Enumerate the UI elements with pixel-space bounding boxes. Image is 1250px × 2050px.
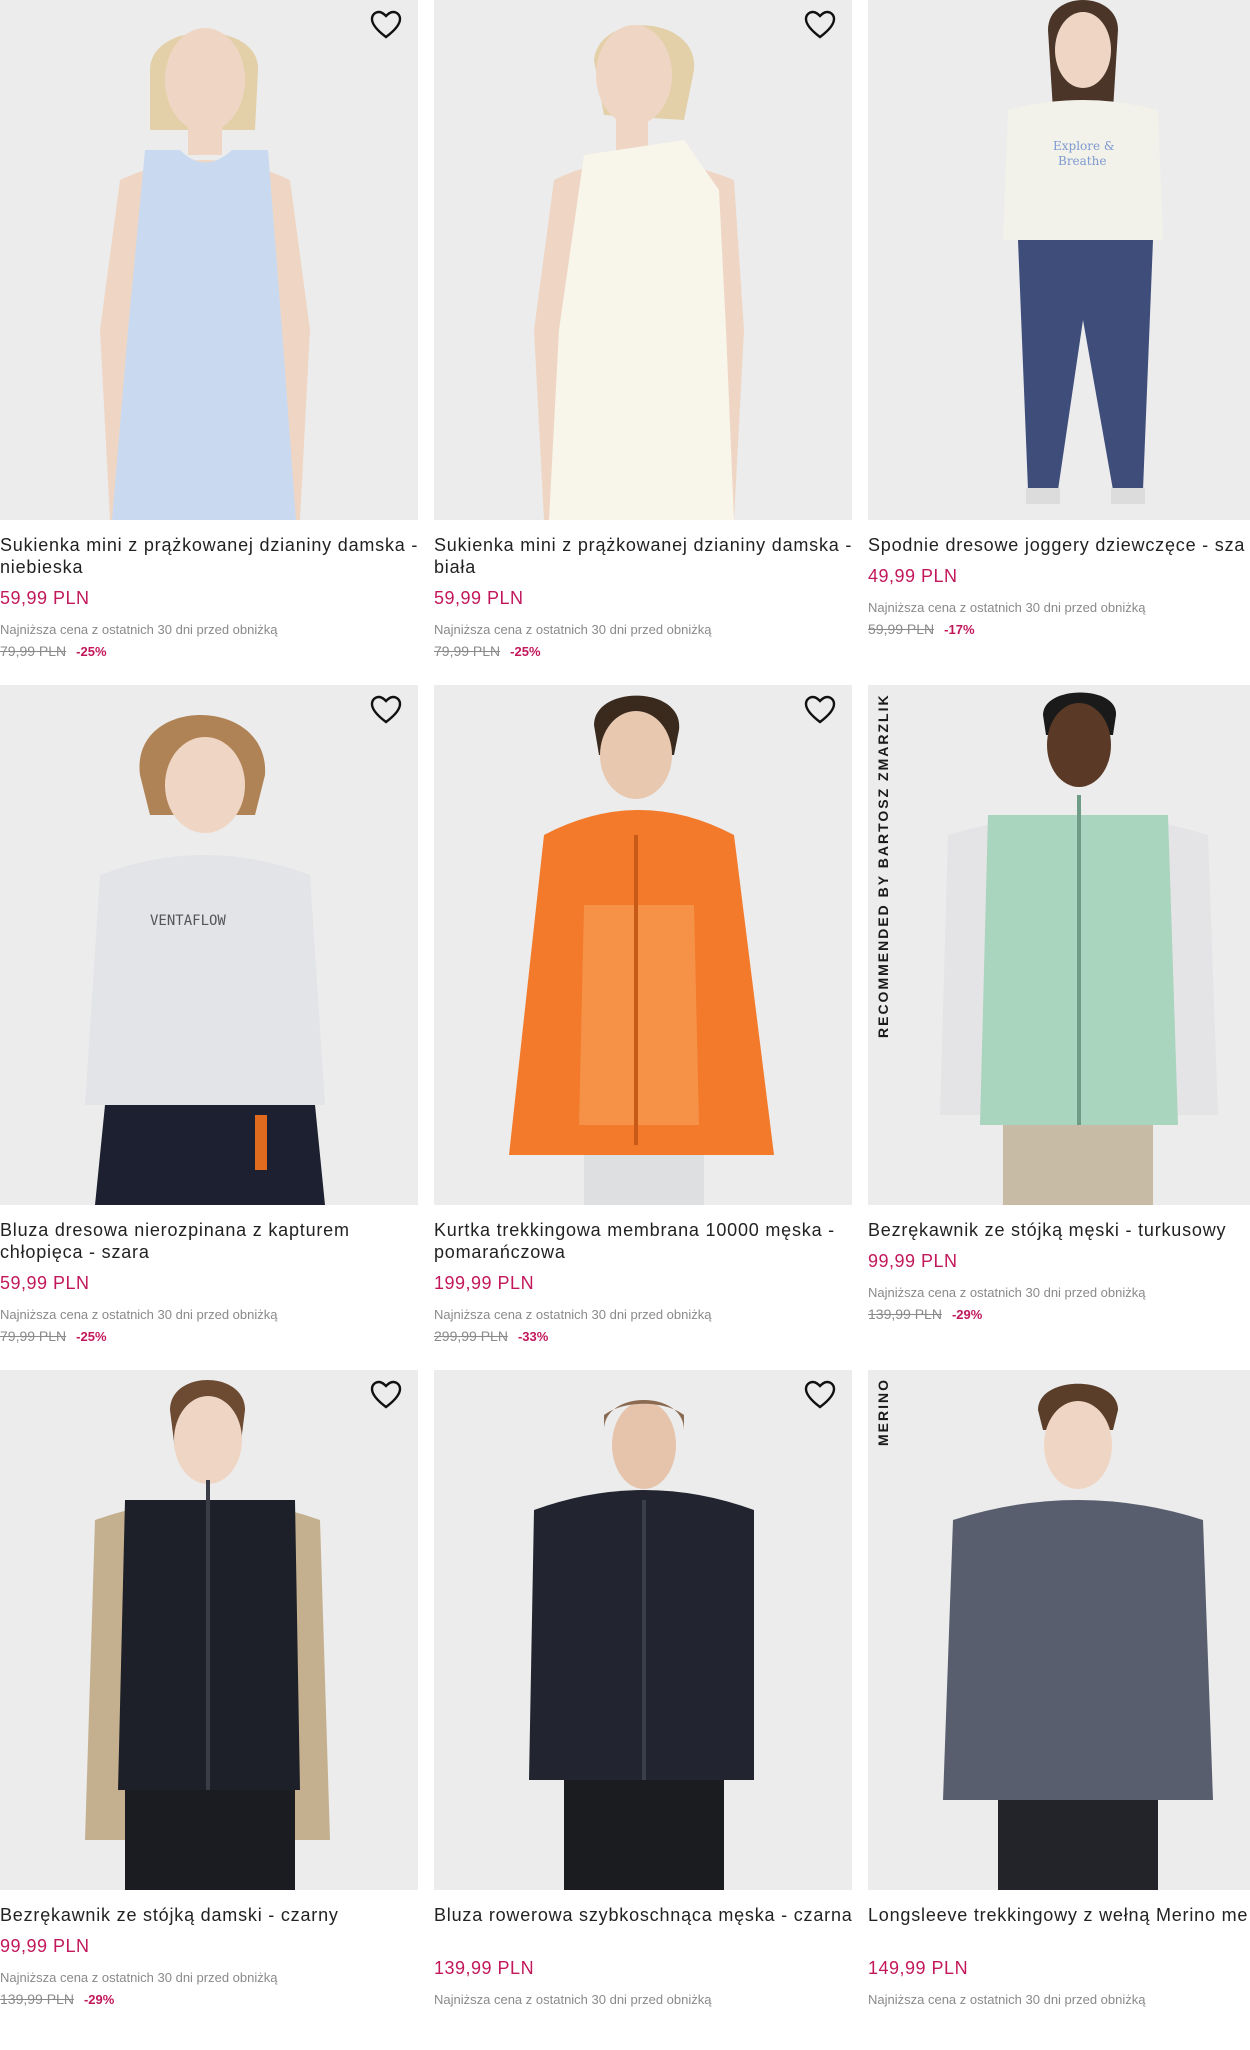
old-price-row: 299,99 PLN -33% <box>434 1328 548 1344</box>
product-card[interactable]: RECOMMENDED BY BARTOSZ ZMARZLIK Bezrękaw… <box>868 685 1250 1365</box>
wishlist-button[interactable] <box>804 1380 844 1420</box>
product-price: 149,99 PLN <box>868 1958 969 1978</box>
heart-outline-icon <box>370 1380 402 1409</box>
product-price: 59,99 PLN <box>0 588 90 608</box>
heart-outline-icon <box>804 695 836 724</box>
product-card[interactable]: Sukienka mini z prążkowanej dzianiny dam… <box>0 0 418 680</box>
product-price: 59,99 PLN <box>0 1273 90 1293</box>
discount-badge: -25% <box>76 1329 107 1344</box>
heart-outline-icon <box>804 1380 836 1409</box>
product-image[interactable]: MERINO <box>868 1370 1250 1890</box>
product-image[interactable]: Explore & Breathe <box>868 0 1250 520</box>
product-name[interactable]: Kurtka trekkingowa membrana 10000 męska … <box>434 1219 854 1263</box>
product-name[interactable]: Bluza rowerowa szybkoschnąca męska - cza… <box>434 1904 854 1926</box>
old-price: 79,99 PLN <box>434 643 501 659</box>
lowest-price-note: Najniższa cena z ostatnich 30 dni przed … <box>0 1970 278 1985</box>
product-card[interactable]: Explore & Breathe Spodnie dresowe jogger… <box>868 0 1250 680</box>
product-image[interactable] <box>434 685 852 1205</box>
old-price: 139,99 PLN <box>0 1991 74 2007</box>
lowest-price-note: Najniższa cena z ostatnich 30 dni przed … <box>0 622 278 637</box>
product-image[interactable]: VENTAFLOW <box>0 685 418 1205</box>
product-image[interactable] <box>0 0 418 520</box>
product-image[interactable] <box>0 1370 418 1890</box>
product-name[interactable]: Bezrękawnik ze stójką damski - czarny <box>0 1904 420 1926</box>
wishlist-button[interactable] <box>804 10 844 50</box>
lowest-price-note: Najniższa cena z ostatnich 30 dni przed … <box>434 622 712 637</box>
old-price: 59,99 PLN <box>868 621 935 637</box>
product-price: 59,99 PLN <box>434 588 524 608</box>
product-name[interactable]: Bluza dresowa nierozpinana z kapturem ch… <box>0 1219 420 1263</box>
old-price-row: 139,99 PLN -29% <box>868 1306 982 1322</box>
lowest-price-note: Najniższa cena z ostatnich 30 dni przed … <box>868 1285 1146 1300</box>
discount-badge: -25% <box>76 644 107 659</box>
discount-badge: -33% <box>517 1329 549 1344</box>
old-price-row: 79,99 PLN -25% <box>0 643 107 659</box>
old-price-row: 59,99 PLN -17% <box>868 621 975 637</box>
heart-outline-icon <box>370 695 402 724</box>
wishlist-button[interactable] <box>370 1380 410 1420</box>
product-name[interactable]: Sukienka mini z prążkowanej dzianiny dam… <box>0 534 420 578</box>
product-card[interactable]: Kurtka trekkingowa membrana 10000 męska … <box>434 685 852 1365</box>
lowest-price-note: Najniższa cena z ostatnich 30 dni przed … <box>434 1307 712 1322</box>
old-price: 299,99 PLN <box>434 1328 508 1344</box>
old-price-row: 139,99 PLN -29% <box>0 1991 114 2007</box>
lowest-price-note: Najniższa cena z ostatnich 30 dni przed … <box>0 1307 278 1322</box>
product-price: 99,99 PLN <box>868 1251 958 1271</box>
old-price: 139,99 PLN <box>868 1306 942 1322</box>
wishlist-button[interactable] <box>370 10 410 50</box>
product-card[interactable]: Sukienka mini z prążkowanej dzianiny dam… <box>434 0 852 680</box>
product-name[interactable]: Spodnie dresowe joggery dziewczęce - sza <box>868 534 1250 556</box>
discount-badge: -29% <box>951 1307 983 1322</box>
wishlist-button[interactable] <box>370 695 410 735</box>
svg-text:Explore &: Explore & <box>1053 139 1115 153</box>
product-name[interactable]: Sukienka mini z prążkowanej dzianiny dam… <box>434 534 854 578</box>
lowest-price-note: Najniższa cena z ostatnich 30 dni przed … <box>434 1992 712 2007</box>
product-price: 139,99 PLN <box>434 1958 535 1978</box>
product-price: 49,99 PLN <box>868 566 958 586</box>
product-grid: Sukienka mini z prążkowanej dzianiny dam… <box>0 0 1250 2014</box>
promo-badge: RECOMMENDED BY BARTOSZ ZMARZLIK <box>875 693 891 1038</box>
product-name[interactable]: Bezrękawnik ze stójką męski - turkusowy <box>868 1219 1250 1241</box>
product-card[interactable]: Bluza rowerowa szybkoschnąca męska - cza… <box>434 1370 852 2050</box>
product-name[interactable]: Longsleeve trekkingowy z wełną Merino me… <box>868 1904 1250 1926</box>
product-price: 99,99 PLN <box>0 1936 90 1956</box>
product-card[interactable]: MERINO Longsleeve trekkingowy z wełną Me… <box>868 1370 1250 2050</box>
product-image[interactable]: RECOMMENDED BY BARTOSZ ZMARZLIK <box>868 685 1250 1205</box>
product-image[interactable] <box>434 1370 852 1890</box>
discount-badge: -17% <box>944 622 975 637</box>
heart-outline-icon <box>804 10 836 39</box>
discount-badge: -25% <box>510 644 541 659</box>
old-price: 79,99 PLN <box>0 643 67 659</box>
lowest-price-note: Najniższa cena z ostatnich 30 dni przed … <box>868 600 1146 615</box>
old-price-row: 79,99 PLN -25% <box>0 1328 107 1344</box>
discount-badge: -29% <box>83 1992 115 2007</box>
product-image[interactable] <box>434 0 852 520</box>
lowest-price-note: Najniższa cena z ostatnich 30 dni przed … <box>868 1992 1146 2007</box>
old-price: 79,99 PLN <box>0 1328 67 1344</box>
product-card[interactable]: VENTAFLOW Bluza dresowa nierozpinana z k… <box>0 685 418 1365</box>
product-price: 199,99 PLN <box>434 1273 535 1293</box>
product-card[interactable]: Bezrękawnik ze stójką damski - czarny 99… <box>0 1370 418 2050</box>
promo-badge: MERINO <box>875 1378 891 1446</box>
old-price-row: 79,99 PLN -25% <box>434 643 541 659</box>
wishlist-button[interactable] <box>804 695 844 735</box>
svg-text:VENTAFLOW: VENTAFLOW <box>150 913 226 929</box>
svg-text:Breathe: Breathe <box>1058 154 1106 168</box>
heart-outline-icon <box>370 10 402 39</box>
